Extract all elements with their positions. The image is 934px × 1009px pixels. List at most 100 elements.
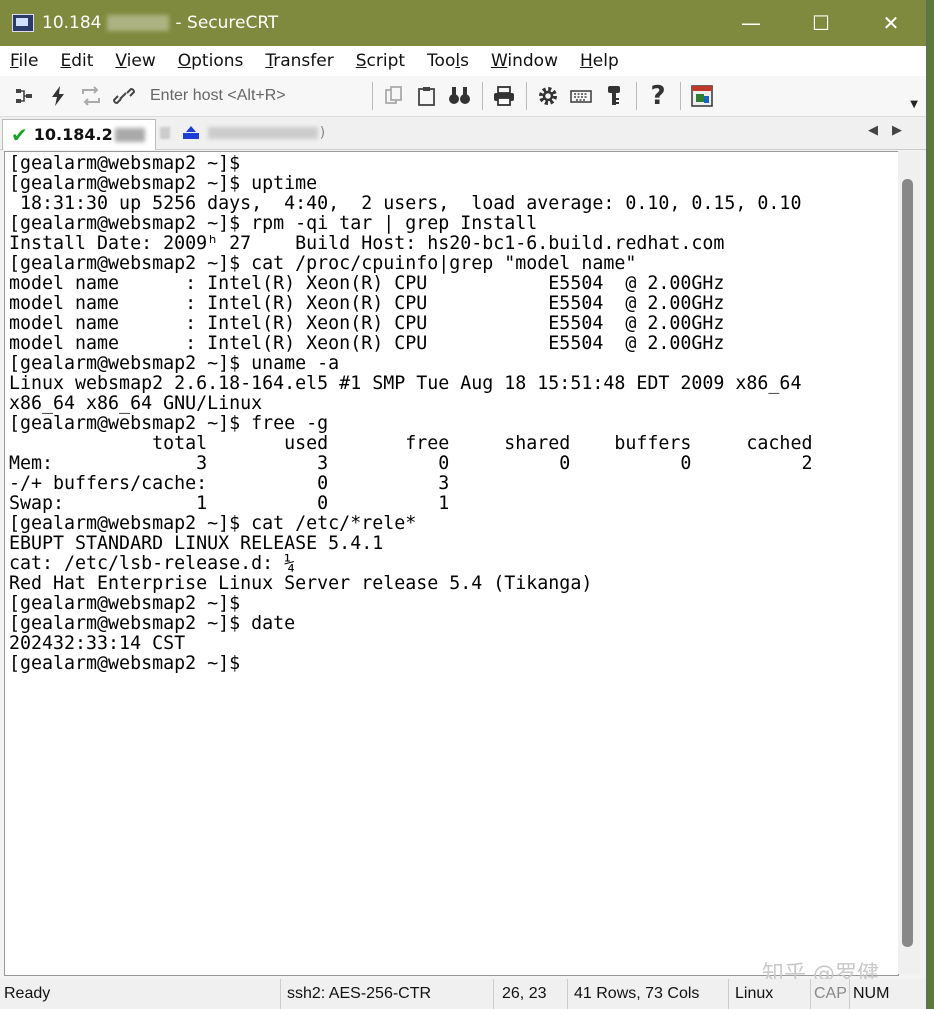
menu-tools[interactable]: Tools [427, 51, 469, 71]
disconnect-icon[interactable] [111, 83, 137, 109]
terminal-line: [gealarm@websmap2 ~]$ rpm -qi tar | grep… [9, 213, 538, 234]
menu-file[interactable]: File [10, 51, 38, 71]
redacted-host-blur [114, 127, 145, 142]
session-tab-2-paren: ) [319, 125, 326, 141]
terminal-line: [gealarm@websmap2 ~]$ free -g [9, 413, 329, 434]
tab-scroll-arrows[interactable]: ◀▶ [868, 123, 916, 138]
redacted-tab-icon [159, 127, 170, 139]
menu-script-key: S [355, 51, 367, 71]
close-button[interactable]: ✕ [856, 0, 926, 46]
menu-file-label: ile [18, 51, 39, 71]
securecrt-window: 10.184 - SecureCRT — ☐ ✕ File Edit View … [0, 0, 927, 1009]
terminal-line: x86_64 x86_64 GNU/Linux [9, 393, 263, 414]
menu-tools-label: s [460, 51, 469, 71]
terminal-line: 18:31:30 up 5256 days, 4:40, 2 users, lo… [9, 193, 802, 214]
menu-window[interactable]: Window [491, 51, 558, 71]
menu-options[interactable]: Options [178, 51, 244, 71]
terminal-line: EBUPT STANDARD LINUX RELEASE 5.4.1 [9, 533, 384, 554]
menu-view-label: iew [126, 51, 156, 71]
window-title-app: - SecureCRT [175, 13, 279, 33]
menu-bar: File Edit View Options Transfer Script T… [0, 46, 926, 76]
terminal-line: cat: /etc/lsb-release.d: ¼ [9, 553, 296, 574]
key-icon[interactable] [601, 83, 627, 109]
terminal-line: total used free shared buffers cached [9, 433, 813, 454]
menu-options-key: O [177, 51, 192, 71]
terminal-line: [gealarm@websmap2 ~]$ [9, 653, 241, 674]
terminal-line: model name : Intel(R) Xeon(R) CPU E5504 … [9, 333, 725, 354]
terminal-line: Swap: 1 0 1 [9, 493, 450, 514]
menu-help[interactable]: Help [580, 51, 619, 71]
print-icon[interactable] [491, 83, 517, 109]
connect-icon[interactable] [12, 83, 38, 109]
find-icon[interactable] [447, 83, 473, 109]
quick-connect-icon[interactable] [45, 83, 71, 109]
terminal-scrollbar[interactable] [898, 151, 920, 974]
keymap-icon[interactable] [568, 83, 594, 109]
toolbar-separator [526, 82, 527, 110]
terminal-line: [gealarm@websmap2 ~]$ cat /etc/*rele* [9, 513, 417, 534]
menu-edit-key: E [60, 51, 72, 71]
redacted-host-blur [207, 127, 318, 139]
window-title-host: 10.184 [42, 13, 102, 33]
terminal-line: 202432:33:14 CST [9, 633, 186, 654]
menu-transfer-label: ransfer [273, 51, 334, 71]
terminal-line: [gealarm@websmap2 ~]$ date [9, 613, 296, 634]
window-title: 10.184 - SecureCRT [42, 13, 278, 33]
menu-transfer[interactable]: Transfer [265, 51, 333, 71]
terminal-area[interactable]: [gealarm@websmap2 ~]$ [gealarm@websmap2 ~… [4, 151, 899, 976]
menu-script-label: cript [366, 51, 406, 71]
terminal-line: model name : Intel(R) Xeon(R) CPU E5504 … [9, 313, 725, 334]
terminal-line: [gealarm@websmap2 ~]$ uptime [9, 173, 318, 194]
terminal-line: [gealarm@websmap2 ~]$ [9, 153, 241, 174]
menu-tools-pre: Too [427, 51, 456, 71]
status-num-lock: NUM [849, 979, 905, 1009]
status-os: Linux [728, 979, 810, 1009]
reconnect-icon[interactable] [78, 83, 104, 109]
terminal-line: Red Hat Enterprise Linux Server release … [9, 573, 593, 594]
toolbar-separator [482, 82, 483, 110]
status-cursor-position: 26, 23 [493, 979, 567, 1009]
minimize-button[interactable]: — [716, 0, 786, 46]
toolbar-separator [372, 82, 373, 110]
toolbar-overflow-icon[interactable]: ▼ [910, 99, 918, 110]
menu-help-key: H [579, 51, 593, 71]
menu-edit[interactable]: Edit [60, 51, 93, 71]
status-caps-lock: CAP [810, 979, 849, 1009]
status-bar: Ready ssh2: AES-256-CTR 26, 23 41 Rows, … [0, 979, 926, 1009]
session-manager-icon[interactable] [689, 83, 715, 109]
menu-help-label: elp [592, 51, 619, 71]
securecrt-app-icon[interactable] [12, 14, 34, 32]
menu-view[interactable]: View [115, 51, 155, 71]
menu-script[interactable]: Script [356, 51, 405, 71]
session-tab-bar: ✔ 10.184.2 ) ◀▶ [0, 117, 926, 150]
terminal-line: [gealarm@websmap2 ~]$ uname -a [9, 353, 340, 374]
menu-file-key: F [10, 51, 19, 71]
terminal-line: Linux websmap2 2.6.18-164.el5 #1 SMP Tue… [9, 373, 802, 394]
toolbar-separator [680, 82, 681, 110]
settings-icon[interactable] [535, 83, 561, 109]
enter-host-input[interactable] [150, 83, 360, 109]
title-bar[interactable]: 10.184 - SecureCRT — ☐ ✕ [0, 0, 926, 46]
help-icon[interactable]: ? [645, 81, 671, 111]
terminal-line: model name : Intel(R) Xeon(R) CPU E5504 … [9, 293, 725, 314]
terminal-line: Install Date: 2009ʰ 27 Build Host: hs20-… [9, 233, 725, 254]
menu-view-key: V [115, 51, 127, 71]
maximize-button[interactable]: ☐ [786, 0, 856, 46]
toolbar-separator [636, 82, 637, 110]
session-tab-2[interactable]: ) [159, 124, 326, 142]
connected-check-icon: ✔ [11, 122, 28, 147]
menu-options-label: ptions [191, 51, 244, 71]
window-controls: — ☐ ✕ [716, 0, 926, 46]
menu-window-label: indow [507, 51, 558, 71]
paste-icon[interactable] [414, 83, 440, 109]
scrollbar-thumb[interactable] [902, 179, 913, 947]
session-tab-active[interactable]: ✔ 10.184.2 [2, 118, 156, 150]
terminal-output[interactable]: [gealarm@websmap2 ~]$ [gealarm@websmap2 ~… [5, 152, 898, 674]
menu-edit-label: dit [71, 51, 94, 71]
terminal-line: Mem: 3 3 0 0 0 2 [9, 453, 813, 474]
terminal-line: model name : Intel(R) Xeon(R) CPU E5504 … [9, 273, 725, 294]
copy-icon[interactable] [381, 83, 407, 109]
terminal-line: [gealarm@websmap2 ~]$ cat /proc/cpuinfo|… [9, 253, 637, 274]
status-ready: Ready [4, 985, 51, 1002]
session-tab-label: 10.184.2 [33, 125, 113, 144]
